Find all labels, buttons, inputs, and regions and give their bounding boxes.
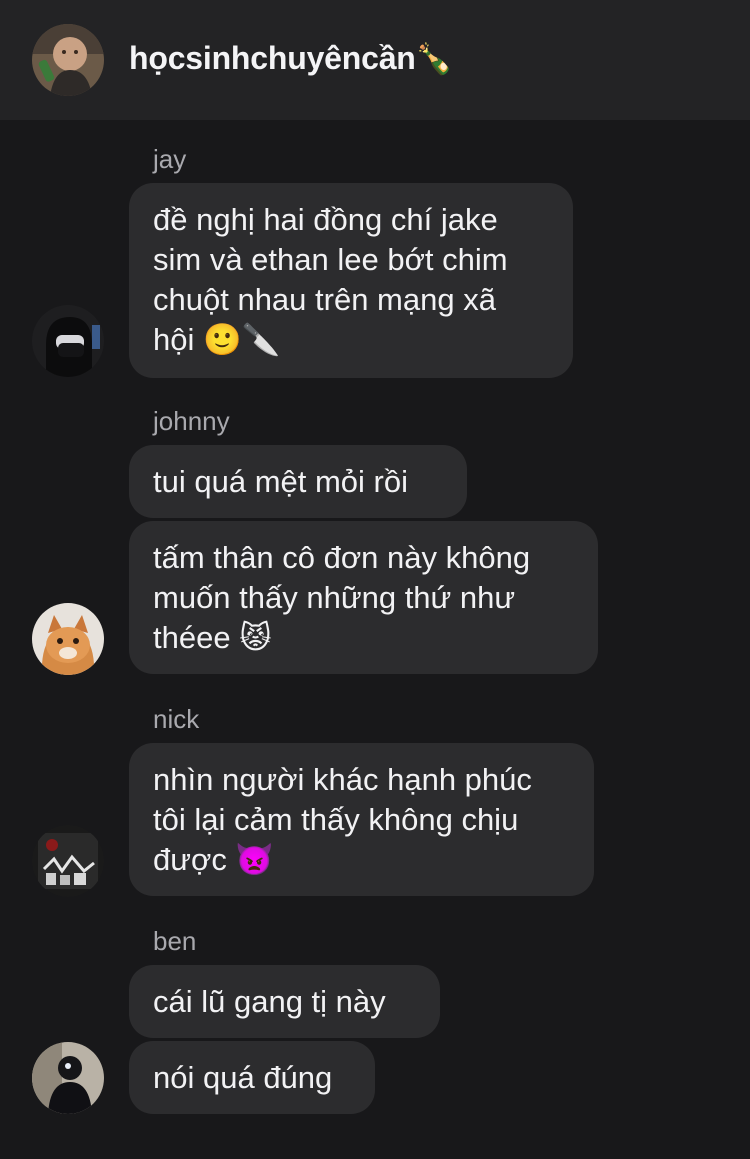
message-line: chuột nhau trên mạng xã	[153, 282, 496, 317]
message-line: được 👿	[153, 842, 275, 877]
message-line: nói quá đúng	[153, 1060, 333, 1095]
graffiti-avatar-icon	[32, 825, 104, 897]
message-line: sim và ethan lee bớt chim	[153, 242, 508, 277]
dark-person-avatar-icon	[32, 1042, 104, 1114]
avatar-nick[interactable]	[32, 825, 104, 897]
message-line: nhìn người khác hạnh phúc	[153, 762, 532, 797]
message-bubble[interactable]: nói quá đúng	[129, 1041, 375, 1114]
chat-header: họcsinhchuyêncần🍾	[0, 0, 750, 120]
message-line: hội 🙂🔪	[153, 322, 281, 357]
message-line: đề nghị hai đồng chí jake	[153, 202, 498, 237]
avatar-johnny[interactable]	[32, 603, 104, 675]
message-bubble[interactable]: đề nghị hai đồng chí jake sim và ethan l…	[129, 183, 573, 378]
avatar-ben[interactable]	[32, 1042, 104, 1114]
sender-name: ben	[153, 926, 197, 956]
message-line: théee 😾	[153, 620, 272, 655]
message-bubble[interactable]: cái lũ gang tị này	[129, 965, 440, 1038]
group-avatar-photo-icon	[32, 24, 104, 96]
sender-name: johnny	[153, 406, 230, 436]
sender-name: nick	[153, 704, 200, 734]
masked-person-avatar-icon	[32, 305, 104, 377]
message-line: cái lũ gang tị này	[153, 984, 386, 1019]
message-line: tôi lại cảm thấy không chịu	[153, 802, 519, 837]
champagne-emoji: 🍾	[415, 43, 453, 76]
message-bubble[interactable]: nhìn người khác hạnh phúc tôi lại cảm th…	[129, 743, 594, 896]
sender-name: jay	[153, 144, 187, 174]
message-line: muốn thấy những thứ như	[153, 580, 516, 615]
avatar-jay[interactable]	[32, 305, 104, 377]
cat-avatar-icon	[32, 603, 104, 675]
message-line: tấm thân cô đơn này không	[153, 540, 531, 575]
chat-title[interactable]: họcsinhchuyêncần🍾	[129, 40, 453, 77]
message-line: tui quá mệt mỏi rồi	[153, 464, 408, 499]
chat-title-text: họcsinhchuyêncần	[129, 40, 416, 76]
message-bubble[interactable]: tấm thân cô đơn này không muốn thấy nhữn…	[129, 521, 598, 674]
group-avatar[interactable]	[32, 24, 104, 96]
message-bubble[interactable]: tui quá mệt mỏi rồi	[129, 445, 467, 518]
